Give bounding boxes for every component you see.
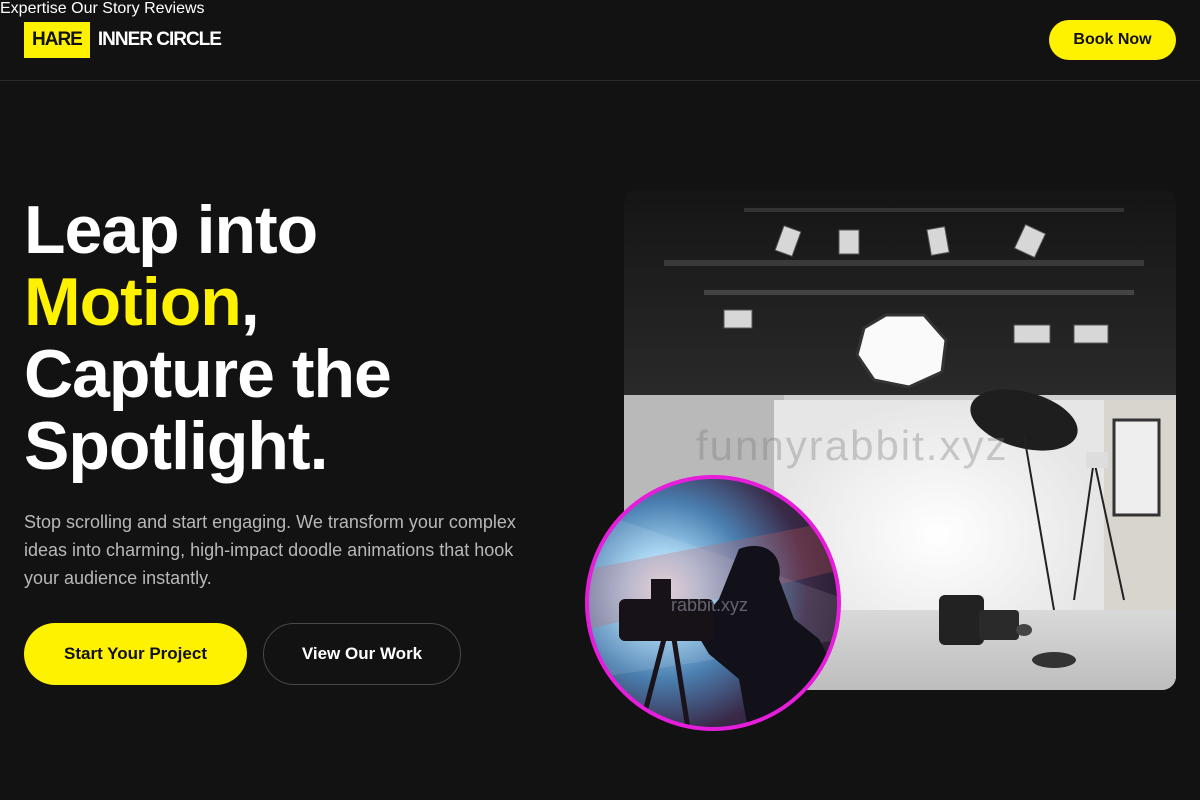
headline-highlight: Motion <box>24 264 242 340</box>
book-now-button[interactable]: Book Now <box>1049 20 1176 60</box>
logo[interactable]: HARE INNER CIRCLE <box>24 22 222 58</box>
circle-watermark: rabbit.xyz <box>671 595 749 615</box>
headline-line-3: Capture the <box>24 336 392 412</box>
nav-our-story[interactable]: Our Story <box>71 0 139 17</box>
site-header: HARE INNER CIRCLE Expertise Our Story Re… <box>0 0 1200 81</box>
logo-text: INNER CIRCLE <box>97 29 222 50</box>
start-project-button[interactable]: Start Your Project <box>24 623 247 685</box>
hero-subtitle: Stop scrolling and start engaging. We tr… <box>24 512 516 588</box>
headline-comma: , <box>240 264 260 340</box>
nav-reviews[interactable]: Reviews <box>144 0 204 17</box>
headline-line-2: Motion, <box>24 266 564 338</box>
logo-mark: HARE <box>24 22 90 58</box>
videographer-photo: rabbit.xyz <box>585 475 841 731</box>
main-nav: Expertise Our Story Reviews <box>0 0 1200 18</box>
studio-watermark: funnyrabbit.xyz <box>696 422 1009 469</box>
headline-line-1: Leap into <box>24 192 318 268</box>
hero-headline: Leap into Motion, Capture the Spotlight. <box>24 194 564 482</box>
headline-line-4: Spotlight. <box>24 408 328 484</box>
nav-expertise[interactable]: Expertise <box>0 0 67 17</box>
view-work-button[interactable]: View Our Work <box>263 623 461 685</box>
